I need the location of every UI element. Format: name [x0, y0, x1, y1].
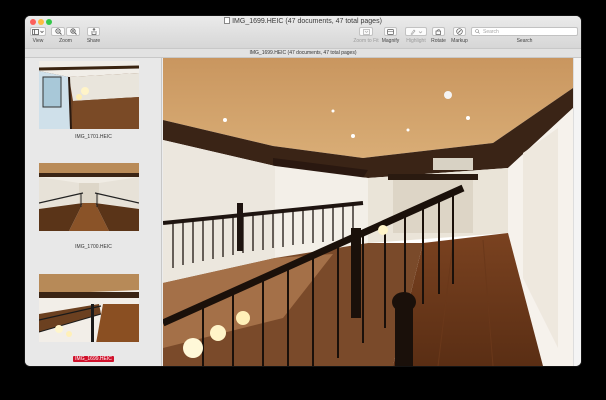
markup-icon — [456, 28, 463, 35]
view-button[interactable] — [30, 27, 46, 36]
thumbnail-img-1699[interactable] — [39, 274, 139, 342]
markup-label: Markup — [451, 38, 468, 44]
preview-window: IMG_1699.HEIC (47 documents, 47 total pa… — [25, 16, 581, 366]
image-viewer[interactable] — [163, 58, 573, 366]
thumbnail-img-1700[interactable] — [39, 163, 139, 231]
magnify-button[interactable] — [384, 27, 397, 36]
zoom-label: Zoom — [59, 38, 72, 44]
highlight-button[interactable] — [405, 27, 427, 36]
thumbnail-label-1699: IMG_1699.HEIC — [25, 356, 162, 362]
zoom-out-icon — [54, 28, 62, 35]
window-title: IMG_1699.HEIC (47 documents, 47 total pa… — [25, 17, 581, 25]
search-input[interactable]: Search — [471, 27, 578, 36]
thumbnail-label-1701: IMG_1701.HEIC — [25, 134, 162, 140]
zoom-in-button[interactable] — [66, 27, 80, 36]
share-button[interactable] — [87, 27, 100, 36]
document-info-text: IMG_1699.HEIC (47 documents, 47 total pa… — [249, 50, 357, 56]
thumbnail-label-text-1700: IMG_1700.HEIC — [75, 244, 112, 250]
sidebar-icon — [32, 28, 44, 35]
thumbnail-photo-1701 — [39, 61, 139, 129]
zoom-out-button[interactable] — [51, 27, 65, 36]
thumbnail-sidebar[interactable]: IMG_1701.HEIC IMG_1700.HEIC IMG_1699.HEI… — [25, 58, 162, 366]
share-icon — [91, 28, 96, 35]
rotate-icon — [435, 28, 441, 35]
thumbnail-label-text-1701: IMG_1701.HEIC — [75, 134, 112, 140]
search-label: Search — [516, 38, 533, 44]
main-photo — [163, 58, 573, 366]
magnifier-icon — [387, 28, 394, 35]
zoom-to-fit-icon — [362, 28, 370, 35]
thumbnail-label-text-1699: IMG_1699.HEIC — [73, 356, 114, 362]
vertical-scrollbar[interactable] — [573, 58, 581, 366]
thumbnail-photo-1699 — [39, 274, 139, 342]
rotate-button[interactable] — [432, 27, 445, 36]
zoom-in-icon — [69, 28, 77, 35]
window-title-text: IMG_1699.HEIC (47 documents, 47 total pa… — [232, 18, 382, 25]
search-icon — [475, 29, 480, 34]
markup-button[interactable] — [453, 27, 466, 36]
thumbnail-img-1701[interactable] — [39, 61, 139, 129]
magnify-label: Magnify — [381, 38, 400, 44]
share-label: Share — [86, 38, 101, 44]
highlighter-icon — [410, 29, 423, 35]
thumbnail-label-1700: IMG_1700.HEIC — [25, 244, 162, 250]
document-info-bar: IMG_1699.HEIC (47 documents, 47 total pa… — [25, 48, 581, 58]
title-bar: IMG_1699.HEIC (47 documents, 47 total pa… — [25, 16, 581, 48]
document-icon — [224, 17, 231, 24]
highlight-label: Highlight — [406, 38, 426, 44]
search-placeholder: Search — [483, 28, 499, 35]
thumbnail-photo-1700 — [39, 163, 139, 231]
view-label: View — [32, 38, 44, 44]
zoom-to-fit-button[interactable] — [359, 27, 373, 36]
